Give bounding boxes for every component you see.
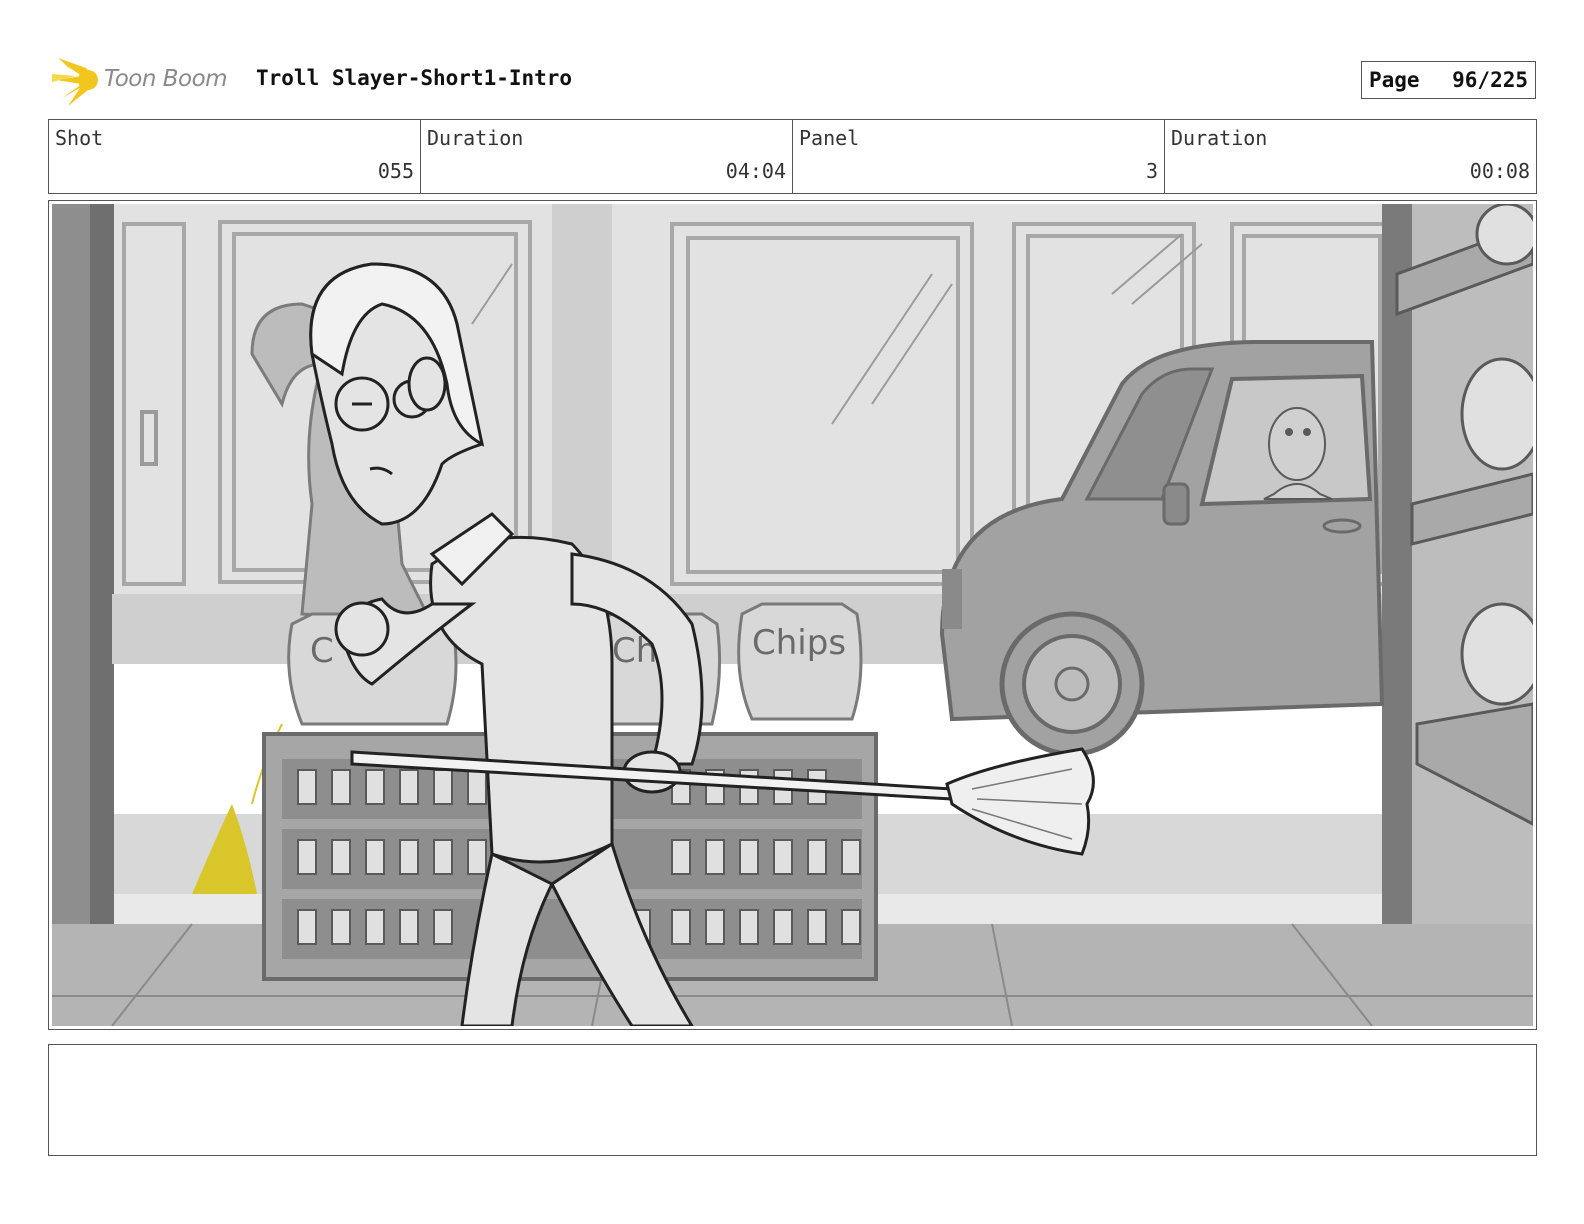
- storyboard-panel: C Chi Chips: [48, 200, 1537, 1030]
- panel-label: Panel: [799, 126, 860, 150]
- page-label: Page: [1369, 68, 1420, 92]
- chip-bag-label-left: C: [310, 631, 334, 671]
- shot-duration-cell: Duration 04:04: [421, 120, 793, 193]
- panel-duration-cell: Duration 00:08: [1165, 120, 1536, 193]
- shot-label: Shot: [55, 126, 104, 150]
- panel-cell: Panel 3: [793, 120, 1165, 193]
- shot-duration-value: 04:04: [725, 159, 786, 183]
- starburst-logo-icon: [52, 58, 98, 106]
- panel-duration-value: 00:08: [1469, 159, 1530, 183]
- shot-duration-label: Duration: [427, 126, 524, 150]
- chip-bag-label-front: Chips: [752, 623, 846, 663]
- panel-sketch: C Chi Chips: [52, 204, 1533, 1026]
- page-number: 96/225: [1452, 68, 1528, 92]
- panel-duration-label: Duration: [1171, 126, 1268, 150]
- toon-boom-logo: Toon Boom: [52, 54, 242, 108]
- shot-value: 055: [377, 159, 414, 183]
- page-indicator: Page 96/225: [1361, 61, 1536, 99]
- panel-value: 3: [1145, 159, 1158, 183]
- panel-notes-box: [48, 1044, 1537, 1156]
- document-title: Troll Slayer-Short1-Intro: [256, 66, 573, 90]
- shot-cell: Shot 055: [49, 120, 421, 193]
- logo-text: Toon Boom: [104, 66, 228, 92]
- shot-info-row: Shot 055 Duration 04:04 Panel 3 Duration…: [48, 119, 1537, 194]
